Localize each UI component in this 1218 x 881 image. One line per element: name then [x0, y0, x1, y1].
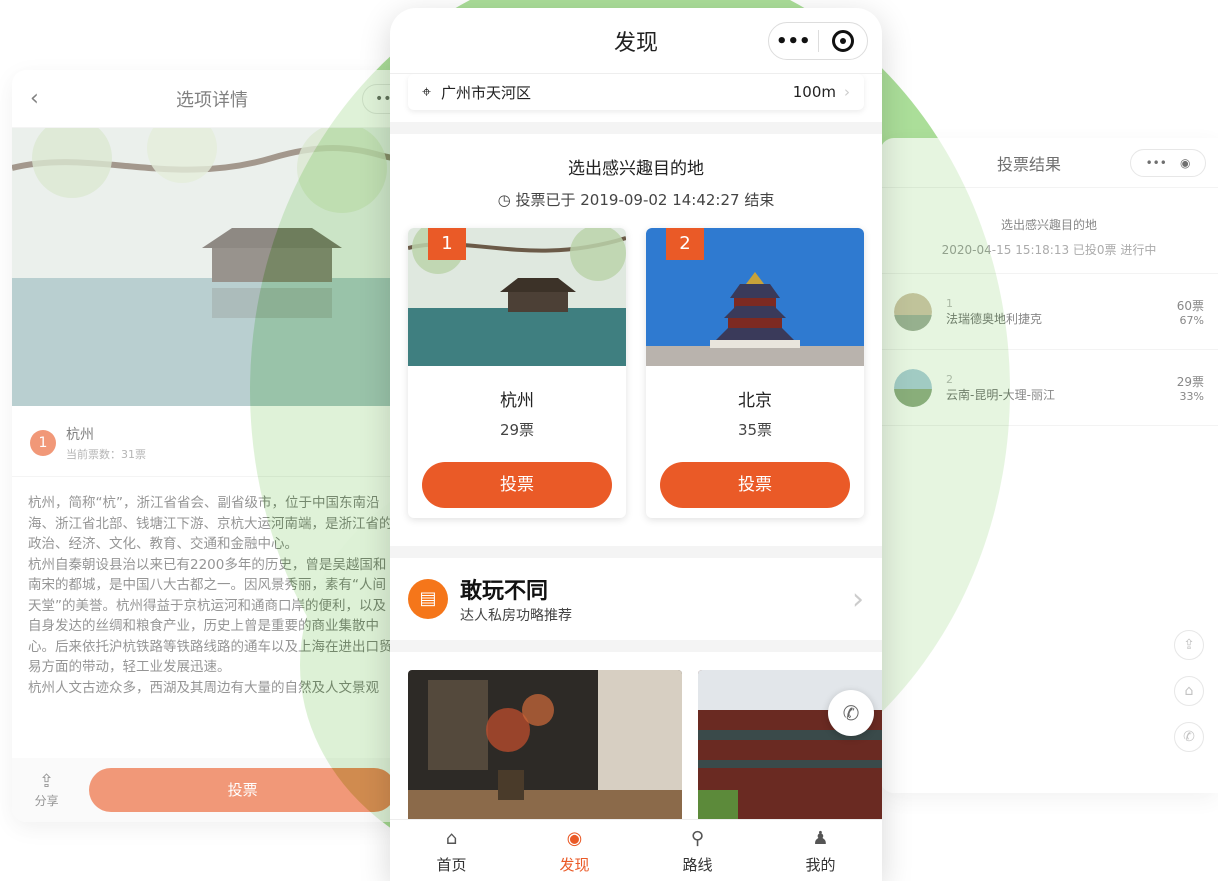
result-row-votes: 60票 — [1176, 298, 1204, 313]
vote-options: 1 杭州 29票 投票 2 北京 35票 投票 — [390, 228, 882, 518]
location-pin-icon: ⌖ — [422, 82, 432, 101]
more-icon[interactable]: ••• — [769, 31, 818, 52]
vote-title: 选出感兴趣目的地 — [568, 159, 704, 179]
vote-end-time-text: 投票已于 2019-09-02 14:42:27 结束 — [515, 191, 775, 209]
document-icon: ▤ — [408, 579, 448, 619]
promo-title: 敢玩不同 — [460, 579, 549, 604]
option-number-badge: 1 — [428, 228, 466, 260]
option-header: 1 杭州 当前票数：31票 — [12, 410, 412, 477]
chevron-right-icon: › — [844, 83, 850, 101]
eye-icon: ◉ — [566, 828, 583, 849]
location-bar[interactable]: ⌖ 广州市天河区 100m › — [408, 74, 864, 110]
location-distance: 100m — [792, 83, 836, 101]
nav-bar: 发现 ••• — [390, 8, 882, 74]
result-row[interactable]: 2 云南-昆明-大理-丽江 29票 33% — [880, 350, 1218, 426]
result-title: 选出感兴趣目的地 — [1000, 218, 1097, 232]
vote-result-screen: 投票结果 ••• ◉ 选出感兴趣目的地 2020-04-15 15:18:13 已… — [880, 138, 1218, 793]
result-row-votes: 29票 — [1176, 374, 1204, 389]
menu-capsule[interactable]: ••• ◉ — [1130, 149, 1206, 177]
share-button[interactable]: ⇪ 分享 — [28, 771, 65, 809]
hangzhou-hero-image — [12, 113, 412, 406]
promo-banner[interactable]: ▤ 敢玩不同 达人私房功略推荐 › — [390, 558, 882, 640]
option-name: 杭州 — [66, 427, 94, 443]
option-thumbnail — [894, 368, 932, 407]
tab-route[interactable]: ⚲ 路线 — [636, 820, 759, 881]
result-row-number: 1 — [946, 296, 953, 310]
close-target-icon[interactable] — [818, 30, 867, 52]
result-row-name: 云南-昆明-大理-丽江 — [946, 387, 1055, 402]
home-icon: ⌂ — [445, 828, 458, 849]
tab-label: 发现 — [559, 856, 590, 874]
user-icon: ♟ — [812, 828, 829, 849]
share-icon: ⇪ — [39, 771, 55, 792]
vote-button[interactable]: 投票 — [89, 768, 396, 812]
vote-button[interactable]: 投票 — [422, 462, 612, 508]
option-name: 杭州 — [500, 391, 534, 411]
result-row-name: 法瑞德奥地利捷克 — [946, 311, 1043, 326]
home-float-icon[interactable]: ⌂ — [1174, 676, 1204, 706]
result-header: 选出感兴趣目的地 2020-04-15 15:18:13 已投0票 进行中 — [880, 188, 1218, 274]
more-icon[interactable]: ••• — [1146, 156, 1167, 170]
gallery: ✆ — [390, 652, 882, 842]
vote-end-time: ◷ 投票已于 2019-09-02 14:42:27 结束 — [390, 189, 882, 210]
tab-label: 首页 — [436, 856, 467, 874]
option-description: 杭州，简称“杭”，浙江省省会、副省级市，位于中国东南沿海、浙江省北部、钱塘江下游… — [28, 495, 393, 696]
page-title: 投票结果 — [996, 154, 1061, 174]
tab-discover[interactable]: ◉ 发现 — [513, 820, 636, 881]
option-name: 北京 — [738, 391, 772, 411]
location-wrapper: ⌖ 广州市天河区 100m › — [390, 74, 882, 122]
tab-label: 我的 — [805, 856, 836, 874]
vote-section: 选出感兴趣目的地 ◷ 投票已于 2019-09-02 14:42:27 结束 1… — [390, 134, 882, 546]
option-votes: 35票 — [737, 421, 773, 439]
result-meta: 2020-04-15 15:18:13 已投0票 进行中 — [941, 243, 1157, 257]
tab-label: 路线 — [682, 856, 713, 874]
result-row-percent: 67% — [1179, 313, 1204, 327]
back-icon[interactable]: ‹ — [30, 86, 39, 111]
nav-bar: 投票结果 ••• ◉ — [880, 138, 1218, 188]
option-detail-screen: ‹ 选项详情 ••• 1 杭州 当前票数：31票 杭州，简称“杭”，浙江省省会、… — [12, 70, 412, 822]
location-address: 广州市天河区 — [441, 83, 532, 102]
menu-capsule: ••• — [768, 22, 868, 60]
option-thumbnail — [894, 292, 932, 331]
share-label: 分享 — [34, 794, 59, 808]
phone-call-icon[interactable]: ✆ — [828, 690, 874, 736]
nav-bar: ‹ 选项详情 ••• — [12, 70, 412, 128]
page-title: 选项详情 — [176, 89, 248, 111]
close-target-icon[interactable]: ◉ — [1180, 156, 1190, 170]
result-row[interactable]: 1 法瑞德奥地利捷克 60票 67% — [880, 274, 1218, 350]
clock-icon: ◷ — [497, 191, 516, 209]
phone-float-icon[interactable]: ✆ — [1174, 722, 1204, 752]
option-vote-count: 当前票数：31票 — [66, 448, 146, 461]
promo-subtitle: 达人私房功略推荐 — [460, 608, 572, 624]
option-number-badge: 1 — [30, 430, 56, 456]
option-votes: 29票 — [499, 421, 535, 439]
chevron-right-icon: › — [852, 581, 864, 617]
vote-option-card[interactable]: 2 北京 35票 投票 — [646, 228, 864, 518]
result-row-number: 2 — [946, 372, 953, 386]
tab-home[interactable]: ⌂ 首页 — [390, 820, 513, 881]
tab-mine[interactable]: ♟ 我的 — [759, 820, 882, 881]
result-row-percent: 33% — [1179, 389, 1204, 403]
vote-option-card[interactable]: 1 杭州 29票 投票 — [408, 228, 626, 518]
vote-button[interactable]: 投票 — [660, 462, 850, 508]
share-float-icon[interactable]: ⇪ — [1174, 630, 1204, 660]
pin-icon: ⚲ — [690, 828, 705, 849]
discover-screen: 发现 ••• ⌖ 广州市天河区 100m › 选出感兴趣目的地 ◷ 投票已于 2… — [390, 8, 882, 881]
option-number-badge: 2 — [666, 228, 704, 260]
stage: ‹ 选项详情 ••• 1 杭州 当前票数：31票 杭州，简称“杭”，浙江省省会、… — [0, 0, 1218, 881]
gallery-image-restaurant[interactable] — [408, 670, 682, 830]
page-title: 发现 — [613, 30, 658, 56]
tab-bar: ⌂ 首页 ◉ 发现 ⚲ 路线 ♟ 我的 — [390, 819, 882, 881]
bottom-action-bar: ⇪ 分享 投票 — [12, 758, 412, 822]
